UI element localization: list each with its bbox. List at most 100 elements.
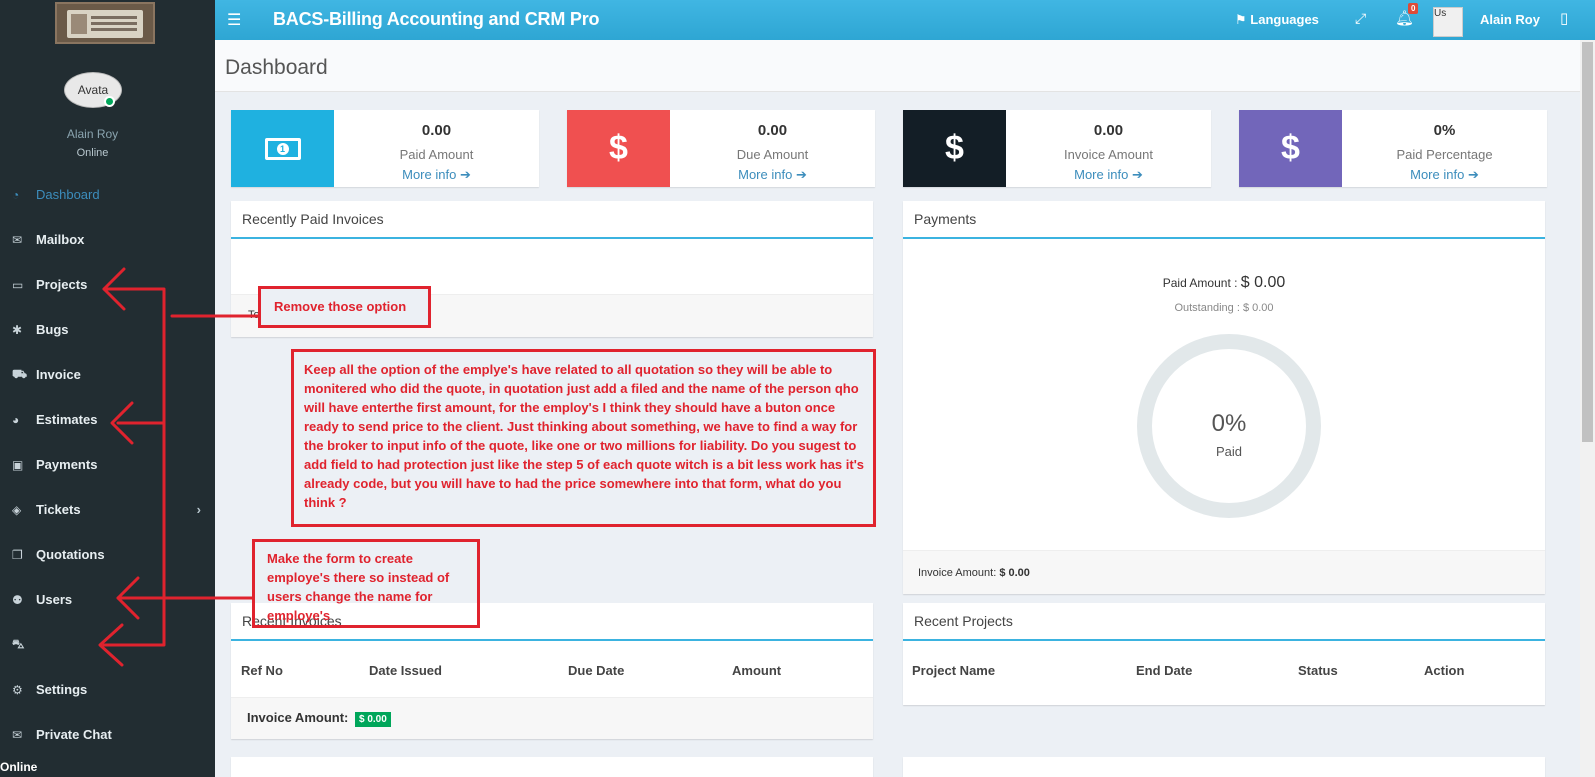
- sidebar: Avata Alain Roy Online ◔ Dashboard ✉ Mai…: [0, 0, 215, 777]
- recent-projects-panel: Recent Projects Project Name End Date St…: [903, 603, 1545, 705]
- column-header-date-issued[interactable]: Date Issued: [369, 663, 442, 678]
- info-box-label: Paid Percentage: [1396, 147, 1493, 162]
- more-info-label: More info: [1410, 167, 1465, 182]
- page-scrollbar[interactable]: [1580, 40, 1595, 777]
- scrollbar-thumb[interactable]: [1582, 42, 1593, 442]
- more-info-link[interactable]: More info ➔: [1006, 167, 1211, 183]
- sidebar-user-status: Online: [76, 147, 109, 159]
- sidebar-item-bugs[interactable]: ✱ Bugs: [0, 307, 215, 352]
- sidebar-item-private-chat[interactable]: ✉ Private Chat: [0, 712, 215, 757]
- info-box-paid-percentage: $ 0% Paid Percentage More info ➔: [1239, 110, 1547, 187]
- sidebar-item-label: Estimates: [36, 412, 98, 427]
- more-info-label: More info: [402, 167, 457, 182]
- column-header-project-name[interactable]: Project Name: [912, 663, 995, 678]
- envelope-icon: ✉: [12, 727, 23, 742]
- chevron-right-icon: ›: [196, 502, 201, 517]
- dashboard-icon: ◔: [12, 187, 20, 202]
- column-header-end-date[interactable]: End Date: [1136, 663, 1192, 678]
- menu-toggle-icon[interactable]: ☰: [227, 10, 241, 30]
- panel-title: Recent Projects: [914, 613, 1013, 629]
- invoice-amount-value: $ 0.00: [999, 567, 1030, 579]
- page-title: Dashboard: [225, 56, 328, 79]
- fullscreen-icon[interactable]: ⤢: [1355, 10, 1366, 27]
- panel-title: Payments: [914, 211, 977, 227]
- sidebar-item-label: Invoice: [36, 367, 81, 382]
- sidebar-item-tickets[interactable]: ◈ Tickets ›: [0, 487, 215, 532]
- invoice-amount-label: Invoice Amount:: [247, 710, 349, 725]
- avatar-alt-text: Avata: [77, 83, 109, 97]
- sidebar-item-mailbox[interactable]: ✉ Mailbox: [0, 217, 215, 262]
- outstanding-amount: Outstanding : $ 0.00: [1174, 302, 1274, 314]
- column-header-status[interactable]: Status: [1298, 663, 1338, 678]
- annotation-remove-options: Remove those option: [258, 286, 431, 328]
- sidebar-item-label: Tickets: [36, 502, 81, 517]
- sidebar-user-name: Alain Roy: [66, 127, 119, 141]
- info-box-invoice-amount: $ 0.00 Invoice Amount More info ➔: [903, 110, 1211, 187]
- sidebar-item-label: Users: [36, 592, 73, 607]
- recent-invoices-footer: Invoice Amount: $ 0.00: [231, 697, 873, 739]
- avatar: Avata: [64, 72, 122, 108]
- info-box-value: 0.00: [421, 122, 452, 139]
- column-header-amount[interactable]: Amount: [732, 663, 781, 678]
- sidebar-item-projects[interactable]: ▭ Projects: [0, 262, 215, 307]
- users-icon: ⚉: [12, 592, 23, 607]
- more-info-link[interactable]: More info ➔: [670, 167, 875, 183]
- info-box-icon: 1: [231, 110, 334, 187]
- column-header-action[interactable]: Action: [1424, 663, 1464, 678]
- paid-amount-summary: Paid Amount : $ 0.00: [903, 274, 1545, 292]
- donut-percentage: 0%: [1211, 410, 1247, 437]
- notification-badge: 0: [1408, 3, 1419, 14]
- panel-title: Recently Paid Invoices: [242, 211, 384, 227]
- column-header-ref-no[interactable]: Ref No: [241, 663, 283, 678]
- info-box-due-amount: $ 0.00 Due Amount More info ➔: [567, 110, 875, 187]
- copy-icon: ❐: [12, 547, 23, 562]
- sidebar-item-quotations[interactable]: ❐ Quotations: [0, 532, 215, 577]
- sidebar-item-dashboard[interactable]: ◔ Dashboard: [0, 172, 215, 217]
- donut-label: Paid: [1215, 444, 1243, 459]
- bug-icon: ✱: [12, 322, 23, 337]
- sidebar-item-settings[interactable]: ⚙ Settings: [0, 667, 215, 712]
- money-icon: ▣: [12, 457, 24, 472]
- paid-amount-value: $ 0.00: [1240, 274, 1286, 291]
- more-info-link[interactable]: More info ➔: [1342, 167, 1547, 183]
- sidebar-item-label: Private Chat: [36, 727, 112, 742]
- payments-panel: Payments Paid Amount : $ 0.00 Outstandin…: [903, 201, 1545, 594]
- panel-divider: [231, 237, 873, 239]
- annotation-keep-options: Keep all the option of the emplye's have…: [291, 349, 876, 527]
- sidebar-item-label: Settings: [36, 682, 88, 697]
- info-box-label: Invoice Amount: [1064, 147, 1153, 162]
- info-box-value: 0.00: [757, 122, 788, 139]
- column-header-due-date[interactable]: Due Date: [568, 663, 624, 678]
- car-icon: ⛍: [12, 636, 25, 651]
- sidebar-item-label: Projects: [36, 277, 88, 292]
- sidebar-menu: ◔ Dashboard ✉ Mailbox ▭ Projects ✱ Bugs …: [0, 172, 215, 757]
- sidebar-item-estimates[interactable]: ◕ Estimates: [0, 397, 215, 442]
- cart-icon: ⛟: [12, 366, 28, 381]
- languages-label: Languages: [1250, 12, 1319, 27]
- panel-divider: [231, 639, 873, 641]
- sidebar-item-car[interactable]: ⛍: [0, 622, 215, 667]
- paid-percentage-donut: 0% Paid: [1137, 334, 1321, 518]
- invoice-amount-label: Invoice Amount:: [918, 567, 1000, 579]
- more-info-link[interactable]: More info ➔: [334, 167, 539, 183]
- content-header: Dashboard: [215, 40, 1580, 92]
- flag-icon: ⚑: [1235, 12, 1247, 27]
- company-logo[interactable]: [55, 2, 155, 44]
- user-image[interactable]: Us: [1433, 7, 1463, 37]
- app-title[interactable]: BACS-Billing Accounting and CRM Pro: [273, 9, 600, 30]
- sidebar-item-label: Dashboard: [36, 187, 100, 202]
- info-box-label: Due Amount: [736, 147, 809, 162]
- arrow-circle-right-icon: ➔: [795, 167, 807, 182]
- ticket-icon: ◈: [12, 502, 22, 517]
- header-user-name[interactable]: Alain Roy: [1480, 12, 1540, 27]
- invoice-amount-badge: $ 0.00: [354, 712, 391, 727]
- sidebar-item-payments[interactable]: ▣ Payments: [0, 442, 215, 487]
- payments-footer: Invoice Amount: $ 0.00: [903, 550, 1545, 594]
- sidebar-item-users[interactable]: ⚉ Users: [0, 577, 215, 622]
- sidebar-right-toggle-icon[interactable]: ▯: [1560, 9, 1568, 27]
- annotation-employes-form: Make the form to create employe's there …: [252, 539, 480, 628]
- sidebar-item-invoice[interactable]: ⛟ Invoice: [0, 352, 215, 397]
- cogs-icon: ⚙: [12, 682, 23, 697]
- languages-menu[interactable]: ⚑ Languages: [1235, 12, 1319, 28]
- dollar-icon: $: [903, 110, 1006, 187]
